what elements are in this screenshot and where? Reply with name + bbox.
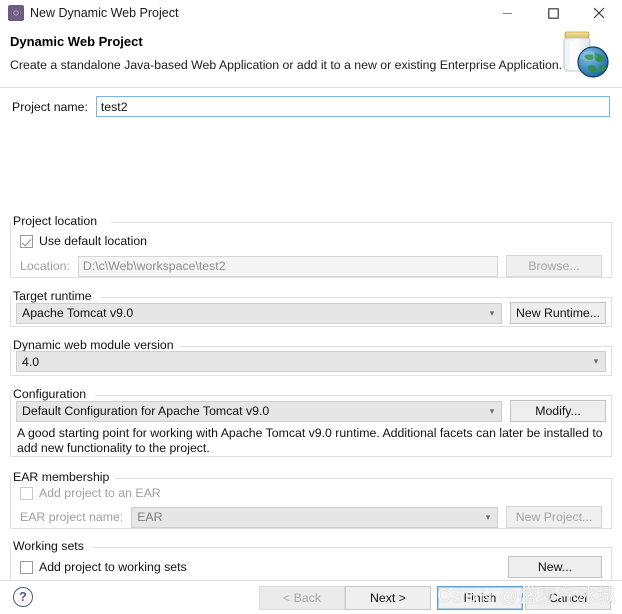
chevron-down-icon: ▾: [593, 356, 599, 366]
target-runtime-value: Apache Tomcat v9.0: [22, 306, 134, 320]
ear-project-name-label: EAR project name:: [20, 510, 124, 524]
finish-button[interactable]: Finish: [437, 586, 523, 610]
page-title: Dynamic Web Project: [10, 34, 143, 49]
chevron-down-icon: ▾: [485, 511, 491, 522]
close-icon[interactable]: [576, 0, 622, 26]
configuration-value: Default Configuration for Apache Tomcat …: [22, 404, 270, 418]
help-icon[interactable]: ?: [13, 587, 33, 607]
browse-button[interactable]: Browse...: [506, 255, 602, 277]
wizard-footer: ? < Back Next > Finish Cancel CSDN @盛夏在冰…: [0, 580, 622, 614]
chevron-down-icon: ▾: [489, 405, 495, 416]
module-version-group-label: Dynamic web module version: [11, 338, 178, 352]
target-runtime-group-label: Target runtime: [11, 289, 96, 303]
project-name-label: Project name:: [12, 99, 88, 114]
add-project-to-working-sets-label: Add project to working sets: [39, 560, 187, 574]
add-project-to-ear-label: Add project to an EAR: [39, 486, 161, 500]
maximize-icon[interactable]: [530, 0, 576, 26]
ear-project-name-combo: EAR ▾: [131, 506, 498, 528]
project-location-group-label: Project location: [11, 214, 102, 228]
window-controls: [484, 0, 622, 26]
cancel-button[interactable]: Cancel: [525, 586, 611, 610]
module-version-value: 4.0: [22, 354, 40, 369]
module-version-group: Dynamic web module version 4.0 ▾: [10, 338, 613, 376]
location-input: [77, 255, 498, 277]
location-label: Location:: [20, 259, 70, 273]
configuration-combo[interactable]: Default Configuration for Apache Tomcat …: [16, 400, 502, 422]
use-default-location-checkbox[interactable]: [20, 234, 33, 248]
ear-membership-group-label: EAR membership: [11, 470, 114, 484]
module-version-combo[interactable]: 4.0 ▾: [16, 351, 606, 372]
configuration-group-label: Configuration: [11, 387, 91, 401]
eclipse-project-icon: [8, 5, 24, 21]
configuration-description: A good starting point for working with A…: [17, 426, 603, 455]
ear-membership-group: EAR membership Add project to an EAR EAR…: [10, 470, 613, 529]
ear-project-name-value: EAR: [137, 510, 163, 524]
back-button[interactable]: < Back: [259, 586, 345, 610]
configuration-group: Configuration Default Configuration for …: [10, 387, 613, 457]
project-name-row: Project name:: [12, 96, 610, 117]
add-project-to-working-sets-checkbox[interactable]: [20, 560, 33, 574]
new-runtime-button[interactable]: New Runtime...: [510, 302, 606, 324]
project-name-input[interactable]: [95, 96, 610, 117]
use-default-location-label: Use default location: [39, 234, 148, 248]
modify-button[interactable]: Modify...: [510, 400, 606, 422]
minimize-icon[interactable]: [484, 0, 530, 26]
chevron-down-icon: ▾: [489, 307, 495, 318]
new-ear-project-button[interactable]: New Project...: [506, 506, 602, 528]
page-description: Create a standalone Java-based Web Appli…: [10, 58, 563, 72]
title-bar: New Dynamic Web Project: [0, 0, 622, 26]
target-runtime-group: Target runtime Apache Tomcat v9.0 ▾ New …: [10, 289, 613, 327]
new-working-set-button[interactable]: New...: [508, 556, 602, 578]
next-button[interactable]: Next >: [345, 586, 431, 610]
project-location-group: Project location Use default location Lo…: [10, 214, 613, 278]
wizard-body: Project name: Project location Use defau…: [0, 88, 622, 603]
target-runtime-combo[interactable]: Apache Tomcat v9.0 ▾: [16, 302, 502, 324]
window-title: New Dynamic Web Project: [30, 6, 179, 20]
wizard-header: Dynamic Web Project Create a standalone …: [0, 26, 622, 88]
java-jar-globe-icon: [548, 24, 614, 88]
working-sets-group-label: Working sets: [11, 539, 88, 553]
add-project-to-ear-checkbox[interactable]: [20, 486, 33, 500]
